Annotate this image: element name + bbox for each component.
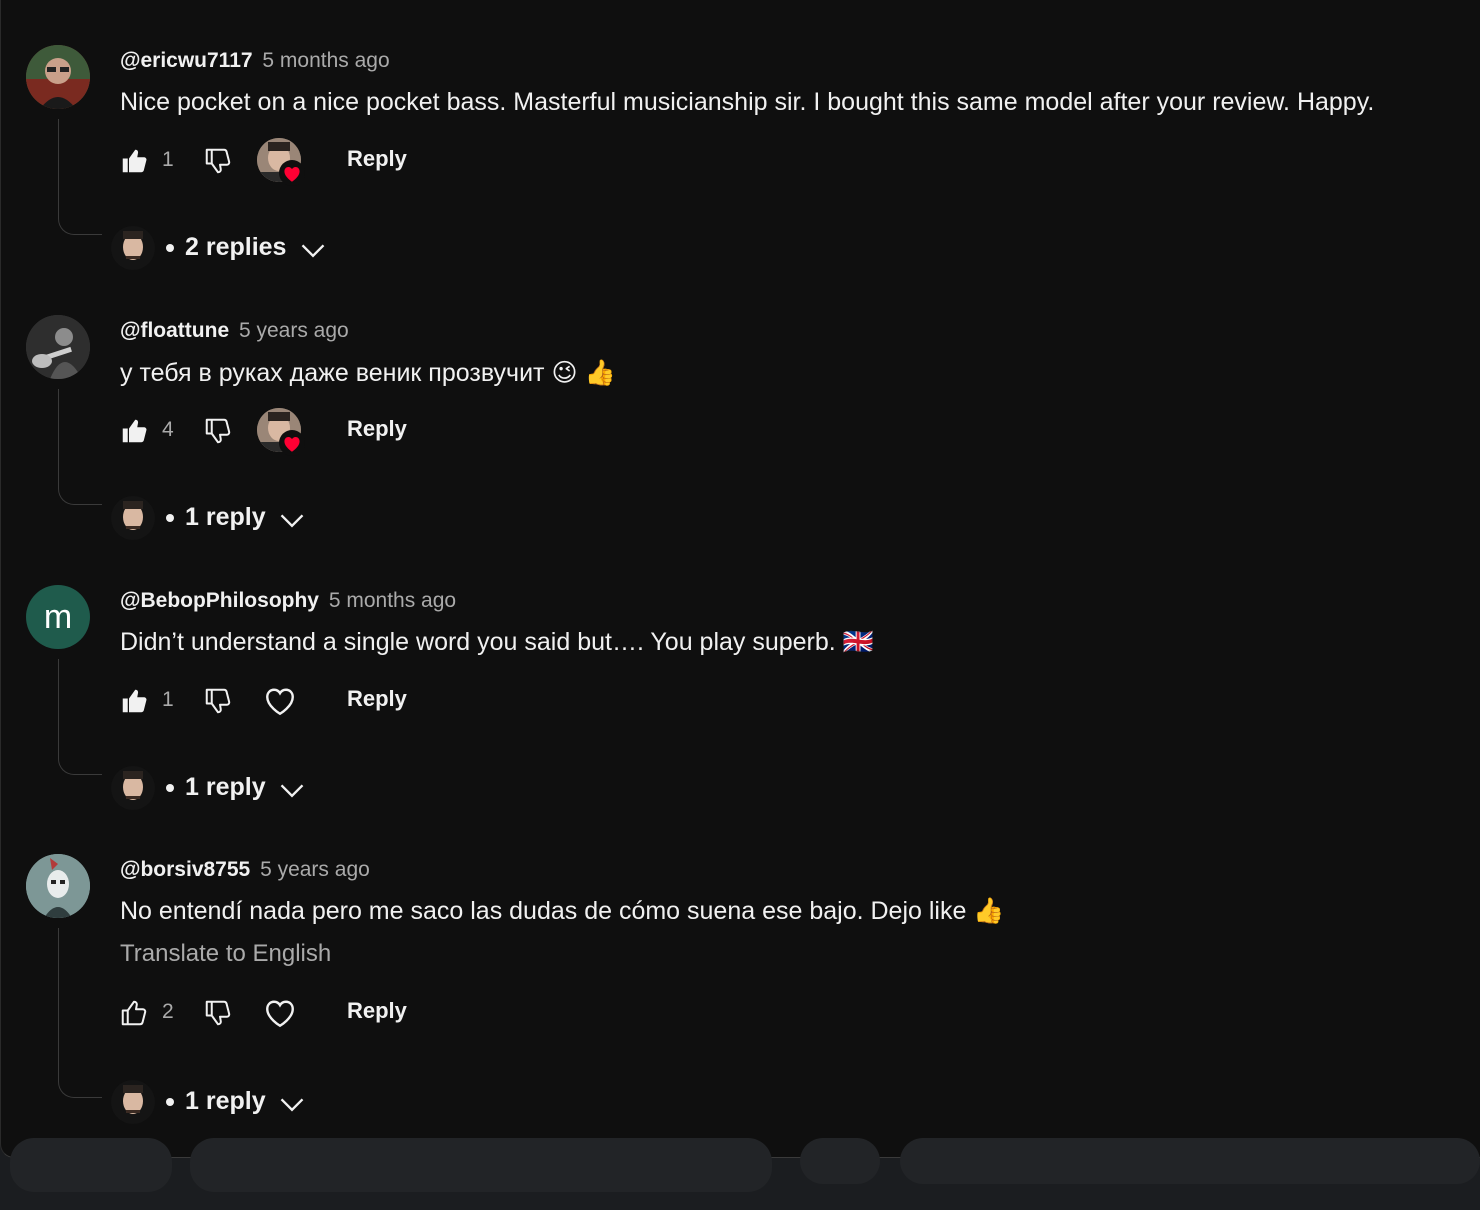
view-replies-button[interactable]: 1 reply: [111, 766, 411, 812]
heart-icon: [279, 160, 305, 186]
comment-meta: @floattune 5 years ago: [120, 319, 349, 343]
thumbs-down-icon: [205, 1000, 231, 1026]
comment-actions: 2 Reply: [1, 988, 1480, 1036]
reply-button[interactable]: Reply: [347, 416, 407, 442]
commenter-avatar[interactable]: [26, 854, 90, 918]
thumbs-down-icon: [205, 148, 231, 174]
replies-count-label[interactable]: 1 reply: [185, 1087, 266, 1116]
chevron-down-icon[interactable]: [278, 506, 306, 534]
creator-face-icon: [111, 496, 155, 540]
view-replies-button[interactable]: 2 replies: [111, 226, 411, 272]
reply-button[interactable]: Reply: [347, 146, 407, 172]
thumbs-down-icon: [205, 418, 231, 444]
view-replies-button[interactable]: 1 reply: [111, 1080, 411, 1126]
dislike-button[interactable]: [201, 684, 235, 718]
commenter-avatar[interactable]: [26, 45, 90, 109]
creator-face-icon: [111, 226, 155, 270]
like-button[interactable]: [117, 414, 151, 448]
commenter-avatar[interactable]: [26, 315, 90, 379]
comment-author[interactable]: @borsiv8755: [120, 858, 250, 881]
comment-author[interactable]: @BebopPhilosophy: [120, 589, 319, 612]
bullet-dot: [166, 1098, 174, 1106]
thumbs-up-icon: [121, 1000, 147, 1026]
like-button[interactable]: [117, 996, 151, 1030]
warrior-art-avatar-icon: [26, 854, 90, 918]
bass-player-avatar-icon: [26, 315, 90, 379]
thumbs-up-filled-icon: [122, 419, 147, 443]
comment-time[interactable]: 5 months ago: [262, 49, 389, 72]
replies-count-label[interactable]: 1 reply: [185, 773, 266, 802]
translate-link[interactable]: Translate to English: [120, 940, 331, 968]
comment-time[interactable]: 5 years ago: [260, 858, 370, 881]
reply-button[interactable]: Reply: [347, 998, 407, 1024]
like-button[interactable]: [117, 144, 151, 178]
replier-avatar: [111, 226, 155, 270]
dislike-button[interactable]: [201, 996, 235, 1030]
comment-time[interactable]: 5 months ago: [329, 589, 456, 612]
comment-author[interactable]: @ericwu7117: [120, 49, 253, 72]
creator-face-icon: [111, 766, 155, 810]
heart-outline-icon: [266, 1000, 294, 1028]
background-pill: [190, 1138, 772, 1192]
background-bottom-bar: [0, 1138, 1480, 1210]
comment-actions: 4 Reply: [1, 406, 1480, 456]
like-button[interactable]: [117, 684, 151, 718]
thumbs-down-icon: [205, 688, 231, 714]
like-count: 1: [162, 688, 174, 711]
background-pill: [800, 1138, 880, 1184]
thumbs-up-filled-icon: [122, 689, 147, 713]
heart-outline-icon: [266, 688, 294, 716]
comment-meta: @ericwu7117 5 months ago: [120, 49, 390, 73]
comment-text: у тебя в руках даже веник прозвучит 😉 👍: [120, 359, 616, 387]
bullet-dot: [166, 784, 174, 792]
reply-button[interactable]: Reply: [347, 686, 407, 712]
like-count: 2: [162, 1000, 174, 1023]
like-count: 4: [162, 418, 174, 441]
dislike-button[interactable]: [201, 144, 235, 178]
comments-window: @ericwu7117 5 months ago Nice pocket on …: [0, 0, 1480, 1158]
bullet-dot: [166, 514, 174, 522]
view-replies-button[interactable]: 1 reply: [111, 496, 411, 542]
comment-time[interactable]: 5 years ago: [239, 319, 349, 342]
replier-avatar: [111, 766, 155, 810]
comment-text: No entendí nada pero me saco las dudas d…: [120, 897, 1005, 925]
man-with-glasses-avatar-icon: [26, 45, 90, 109]
avatar-letter: m: [43, 597, 73, 636]
dislike-button[interactable]: [201, 414, 235, 448]
commenter-avatar[interactable]: m: [26, 585, 90, 649]
background-pill: [900, 1138, 1480, 1184]
bullet-dot: [166, 244, 174, 252]
comment-actions: 1 Reply: [1, 136, 1480, 186]
comment-thread: @ericwu7117 5 months ago Nice pocket on …: [1, 45, 1480, 315]
comment-author[interactable]: @floattune: [120, 319, 229, 342]
comment-thread: @borsiv8755 5 years ago No entendí nada …: [1, 854, 1480, 1154]
comment-meta: @BebopPhilosophy 5 months ago: [120, 589, 456, 613]
comment-actions: 1 Reply: [1, 676, 1480, 724]
thumbs-up-filled-icon: [122, 149, 147, 173]
heart-button[interactable]: [257, 678, 303, 724]
heart-button[interactable]: [257, 990, 303, 1036]
replier-avatar: [111, 496, 155, 540]
creator-heart-badge[interactable]: [257, 138, 305, 186]
like-count: 1: [162, 148, 174, 171]
comment-meta: @borsiv8755 5 years ago: [120, 858, 370, 882]
chevron-down-icon[interactable]: [278, 1090, 306, 1118]
chevron-down-icon[interactable]: [299, 236, 327, 264]
creator-heart-badge[interactable]: [257, 408, 305, 456]
creator-face-icon: [111, 1080, 155, 1124]
comment-text: Didn’t understand a single word you said…: [120, 628, 874, 656]
comment-thread: m @BebopPhilosophy 5 months ago Didn’t u…: [1, 585, 1480, 855]
chevron-down-icon[interactable]: [278, 776, 306, 804]
comment-text: Nice pocket on a nice pocket bass. Maste…: [120, 88, 1375, 116]
replies-count-label[interactable]: 1 reply: [185, 503, 266, 532]
replies-count-label[interactable]: 2 replies: [185, 233, 286, 262]
heart-icon: [279, 430, 305, 456]
replier-avatar: [111, 1080, 155, 1124]
background-pill: [10, 1138, 172, 1192]
comment-thread: @floattune 5 years ago у тебя в руках да…: [1, 315, 1480, 585]
